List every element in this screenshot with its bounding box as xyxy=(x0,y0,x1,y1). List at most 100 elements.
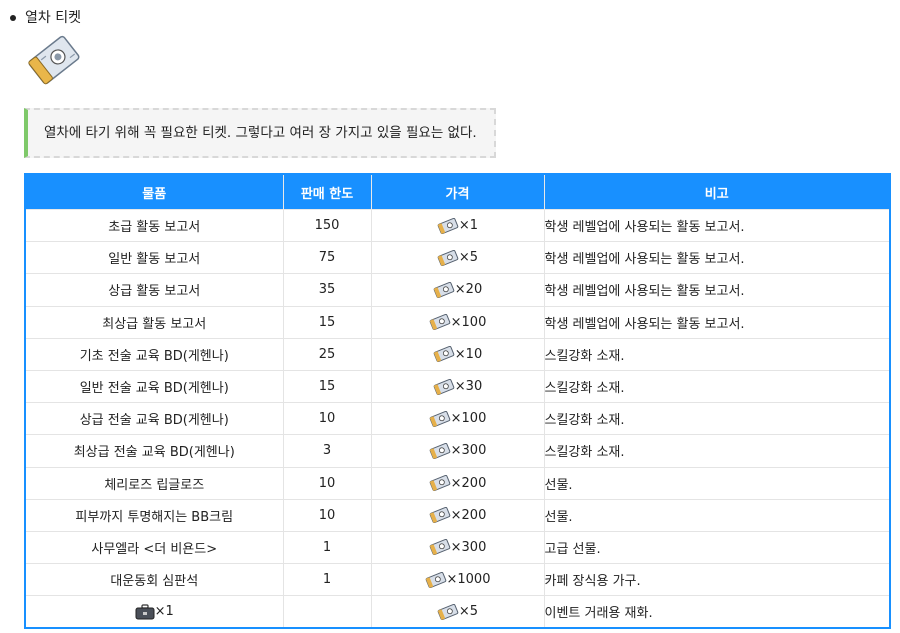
table-row: 사무엘라 <더 비욘드> 1 ×300 고급 선물. xyxy=(24,530,891,565)
train-ticket-icon xyxy=(28,35,80,85)
price-amount: ×30 xyxy=(454,379,483,395)
price-cell: ×5 xyxy=(370,241,545,275)
item-cell: 초급 활동 보고서 xyxy=(24,208,284,243)
table-header-row: 물품 판매 한도 가격 비고 xyxy=(24,173,891,210)
note-cell: 선물. xyxy=(543,498,891,532)
limit-cell: 15 xyxy=(282,305,372,339)
price-amount: ×200 xyxy=(450,507,487,523)
table-row: 대운동회 심판석 1 ×1000 카페 장식용 가구. xyxy=(24,563,891,597)
price-amount: ×1000 xyxy=(446,572,491,588)
train-ticket-currency-icon xyxy=(429,475,451,492)
table-row: ×1 ×5 이벤트 거래용 재화. xyxy=(24,595,891,629)
item-cell: 일반 전술 교육 BD(게헨나) xyxy=(24,369,284,404)
note-cell: 스킬강화 소재. xyxy=(543,369,891,404)
limit-cell: 35 xyxy=(282,273,372,307)
table-row: 최상급 전술 교육 BD(게헨나) 3 ×300 스킬강화 소재. xyxy=(24,434,891,468)
limit-cell: 25 xyxy=(282,337,372,371)
note-cell: 스킬강화 소재. xyxy=(543,434,891,468)
item-cell: 체리로즈 립글로즈 xyxy=(24,466,284,500)
limit-cell: 10 xyxy=(282,466,372,500)
train-ticket-currency-icon xyxy=(429,539,451,556)
item-name: ×1 xyxy=(154,604,174,620)
price-amount: ×300 xyxy=(450,443,487,459)
limit-cell: 150 xyxy=(282,208,372,243)
train-ticket-currency-icon xyxy=(425,571,447,588)
column-header-item: 물품 xyxy=(24,173,284,210)
section-title: 열차 티켓 xyxy=(25,10,81,26)
price-cell: ×1 xyxy=(370,208,545,243)
table-row: 기초 전술 교육 BD(게헨나) 25 ×10 스킬강화 소재. xyxy=(24,337,891,371)
limit-cell: 75 xyxy=(282,241,372,275)
train-ticket-currency-icon xyxy=(429,507,451,524)
train-ticket-currency-icon xyxy=(437,603,459,620)
shop-table: 물품 판매 한도 가격 비고 초급 활동 보고서 150 ×1 학생 레벨업에 사용되… xyxy=(24,173,891,630)
price-cell: ×1000 xyxy=(370,563,545,597)
train-ticket-currency-icon xyxy=(429,442,451,459)
train-ticket-currency-icon xyxy=(433,346,455,363)
price-cell: ×300 xyxy=(370,434,545,468)
item-cell: 사무엘라 <더 비욘드> xyxy=(24,530,284,565)
limit-cell: 1 xyxy=(282,563,372,597)
train-ticket-currency-icon xyxy=(437,249,459,266)
briefcase-icon xyxy=(135,604,155,620)
table-row: 피부까지 투명해지는 BB크림 10 ×200 선물. xyxy=(24,498,891,532)
train-ticket-currency-icon xyxy=(437,217,459,234)
price-cell: ×10 xyxy=(370,337,545,371)
price-amount: ×20 xyxy=(454,282,483,298)
price-cell: ×20 xyxy=(370,273,545,307)
item-cell: 상급 전술 교육 BD(게헨나) xyxy=(24,402,284,436)
train-ticket-currency-icon xyxy=(429,314,451,331)
column-header-note: 비고 xyxy=(543,173,891,210)
table-body: 초급 활동 보고서 150 ×1 학생 레벨업에 사용되는 활동 보고서. 일반 활동 … xyxy=(24,208,891,629)
price-cell: ×100 xyxy=(370,305,545,339)
item-cell: ×1 xyxy=(24,595,284,629)
price-amount: ×10 xyxy=(454,346,483,362)
note-cell: 선물. xyxy=(543,466,891,500)
price-amount: ×200 xyxy=(450,475,487,491)
note-cell: 이벤트 거래용 재화. xyxy=(543,595,891,629)
note-cell: 스킬강화 소재. xyxy=(543,402,891,436)
price-amount: ×1 xyxy=(458,218,479,234)
table-row: 초급 활동 보고서 150 ×1 학생 레벨업에 사용되는 활동 보고서. xyxy=(24,208,891,243)
column-header-price: 가격 xyxy=(370,173,545,210)
price-cell: ×200 xyxy=(370,498,545,532)
item-cell: 상급 활동 보고서 xyxy=(24,273,284,307)
price-amount: ×100 xyxy=(450,314,487,330)
limit-cell: 15 xyxy=(282,369,372,404)
price-amount: ×5 xyxy=(458,250,479,266)
price-cell: ×300 xyxy=(370,530,545,565)
table-row: 상급 활동 보고서 35 ×20 학생 레벨업에 사용되는 활동 보고서. xyxy=(24,273,891,307)
note-cell: 스킬강화 소재. xyxy=(543,337,891,371)
limit-cell: 3 xyxy=(282,434,372,468)
table-row: 최상급 활동 보고서 15 ×100 학생 레벨업에 사용되는 활동 보고서. xyxy=(24,305,891,339)
bullet-item: 열차 티켓 xyxy=(10,8,81,28)
note-cell: 학생 레벨업에 사용되는 활동 보고서. xyxy=(543,273,891,307)
price-cell: ×100 xyxy=(370,402,545,436)
price-cell: ×200 xyxy=(370,466,545,500)
description-text: 열차에 타기 위해 꼭 필요한 티켓. 그렇다고 여러 장 가지고 있을 필요는… xyxy=(44,125,477,141)
note-cell: 학생 레벨업에 사용되는 활동 보고서. xyxy=(543,208,891,243)
table-row: 체리로즈 립글로즈 10 ×200 선물. xyxy=(24,466,891,500)
limit-cell: 10 xyxy=(282,498,372,532)
item-cell: 피부까지 투명해지는 BB크림 xyxy=(24,498,284,532)
table-row: 일반 전술 교육 BD(게헨나) 15 ×30 스킬강화 소재. xyxy=(24,369,891,404)
train-ticket-currency-icon xyxy=(433,281,455,298)
item-cell: 일반 활동 보고서 xyxy=(24,241,284,275)
limit-cell xyxy=(282,595,372,629)
table-row: 상급 전술 교육 BD(게헨나) 10 ×100 스킬강화 소재. xyxy=(24,402,891,436)
train-ticket-currency-icon xyxy=(429,410,451,427)
description-quote: 열차에 타기 위해 꼭 필요한 티켓. 그렇다고 여러 장 가지고 있을 필요는… xyxy=(24,108,496,158)
price-amount: ×100 xyxy=(450,411,487,427)
limit-cell: 10 xyxy=(282,402,372,436)
price-amount: ×5 xyxy=(458,604,479,620)
price-amount: ×300 xyxy=(450,539,487,555)
note-cell: 카페 장식용 가구. xyxy=(543,563,891,597)
price-cell: ×5 xyxy=(370,595,545,629)
price-cell: ×30 xyxy=(370,369,545,404)
item-cell: 기초 전술 교육 BD(게헨나) xyxy=(24,337,284,371)
note-cell: 학생 레벨업에 사용되는 활동 보고서. xyxy=(543,305,891,339)
table-row: 일반 활동 보고서 75 ×5 학생 레벨업에 사용되는 활동 보고서. xyxy=(24,241,891,275)
note-cell: 고급 선물. xyxy=(543,530,891,565)
item-cell: 대운동회 심판석 xyxy=(24,563,284,597)
item-cell: 최상급 전술 교육 BD(게헨나) xyxy=(24,434,284,468)
